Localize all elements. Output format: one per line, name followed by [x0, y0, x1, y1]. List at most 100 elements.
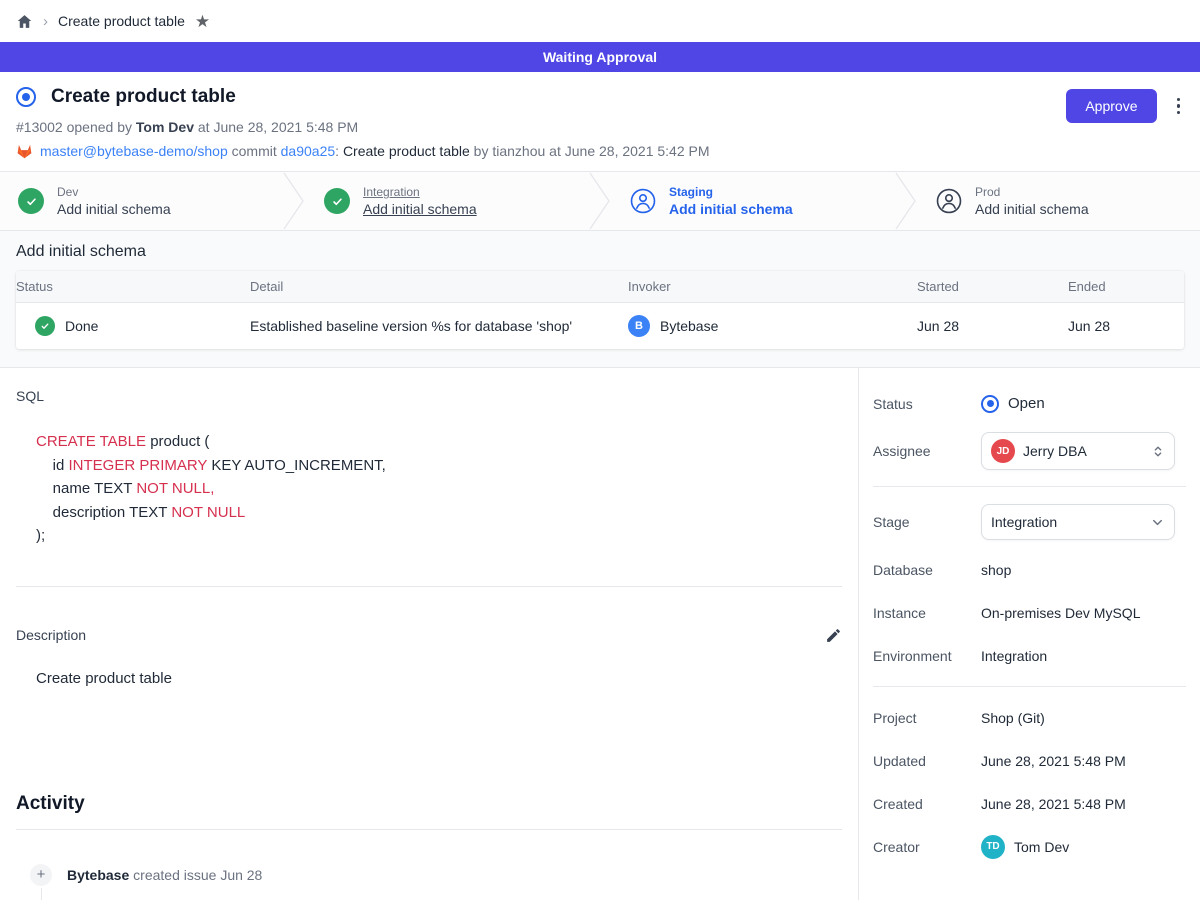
project-row: Project Shop (Git) — [873, 696, 1186, 739]
assignee-name: Jerry DBA — [1023, 443, 1087, 459]
invoker-avatar: B — [628, 315, 650, 337]
sql-statement: CREATE TABLE product ( id INTEGER PRIMAR… — [36, 430, 842, 548]
activity-item: + Bytebase created issue Jun 28 — [30, 864, 842, 886]
commit-text: master@bytebase-demo/shop commit da90a25… — [40, 143, 710, 159]
activity-actor: Bytebase — [67, 867, 129, 883]
task-section-title: Add initial schema — [16, 243, 1184, 261]
star-icon[interactable]: ★ — [195, 13, 210, 30]
chevron-right-icon: › — [43, 13, 48, 30]
stage-env-label: Staging — [669, 185, 793, 199]
task-table: Status Detail Invoker Started Ended Done… — [16, 271, 1184, 349]
commit-author-time: by tianzhou at June 28, 2021 5:42 PM — [470, 143, 710, 159]
environment-value: Integration — [981, 648, 1047, 664]
description-label: Description — [16, 627, 86, 643]
timeline-line — [41, 888, 42, 900]
task-invoker: Bytebase — [660, 318, 718, 334]
created-value: June 28, 2021 5:48 PM — [981, 796, 1126, 812]
issue-open-icon — [16, 87, 36, 107]
person-icon — [936, 188, 962, 214]
table-header: Status Detail Invoker Started Ended — [16, 271, 1184, 303]
created-row: Created June 28, 2021 5:48 PM — [873, 782, 1186, 825]
column-started: Started — [917, 271, 1068, 302]
column-ended: Ended — [1068, 271, 1184, 302]
issue-header: Create product table Approve #13002 open… — [0, 72, 1200, 171]
sql-label: SQL — [16, 388, 842, 404]
assignee-select[interactable]: JD Jerry DBA — [981, 432, 1175, 470]
instance-value: On-premises Dev MySQL — [981, 605, 1140, 621]
status-banner: Waiting Approval — [0, 42, 1200, 72]
stage-env-label: Prod — [975, 185, 1089, 199]
sidebar-divider — [873, 686, 1186, 687]
issue-detail-panel: SQL CREATE TABLE product ( id INTEGER PR… — [0, 368, 858, 900]
check-icon — [35, 316, 55, 336]
status-banner-text: Waiting Approval — [543, 49, 657, 65]
stage-integration[interactable]: Integration Add initial schema — [306, 172, 588, 230]
commit-message: Create product table — [343, 143, 470, 159]
stage-separator — [894, 172, 918, 230]
commit-line: master@bytebase-demo/shop commit da90a25… — [16, 143, 1184, 159]
stage-separator — [588, 172, 612, 230]
creator-row: Creator TDTom Dev — [873, 825, 1186, 868]
stage-task-label: Add initial schema — [669, 201, 793, 217]
home-icon[interactable] — [16, 13, 33, 30]
commit-branch-link[interactable]: master@bytebase-demo/shop — [40, 143, 228, 159]
status-row: Status Open — [873, 382, 1186, 425]
person-icon — [630, 188, 656, 214]
gitlab-icon — [16, 143, 33, 159]
approve-button[interactable]: Approve — [1066, 89, 1156, 123]
table-row[interactable]: Done Established baseline version %s for… — [16, 303, 1184, 349]
open-status-icon — [981, 395, 999, 413]
plus-icon: + — [30, 864, 52, 886]
updated-row: Updated June 28, 2021 5:48 PM — [873, 739, 1186, 782]
chevron-down-icon — [1150, 515, 1165, 530]
description-text[interactable]: Create product table — [36, 670, 842, 687]
activity-heading: Activity — [16, 793, 842, 815]
assignee-avatar: JD — [991, 439, 1015, 463]
page-title: Create product table — [51, 86, 236, 108]
stage-value: Integration — [991, 514, 1057, 530]
sidebar-divider — [873, 486, 1186, 487]
stage-env-label: Integration — [363, 185, 477, 199]
status-value: Open — [1008, 395, 1045, 412]
commit-hash-link[interactable]: da90a25 — [281, 143, 336, 159]
project-value: Shop (Git) — [981, 710, 1045, 726]
breadcrumb-title[interactable]: Create product table — [58, 13, 185, 29]
creator-avatar: TD — [981, 835, 1005, 859]
stage-task-label: Add initial schema — [975, 201, 1089, 217]
edit-icon[interactable] — [825, 627, 842, 644]
creator-name: Tom Dev — [1014, 839, 1069, 855]
task-section: Add initial schema Status Detail Invoker… — [0, 231, 1200, 368]
check-icon — [324, 188, 350, 214]
task-started: Jun 28 — [917, 306, 1068, 346]
pipeline-stages: Dev Add initial schema Integration Add ini… — [0, 171, 1200, 231]
database-row: Database shop — [873, 548, 1186, 591]
stage-dev[interactable]: Dev Add initial schema — [0, 172, 282, 230]
updown-chevron-icon — [1151, 444, 1165, 459]
activity-action: created issue Jun 28 — [129, 867, 262, 883]
stage-prod[interactable]: Prod Add initial schema — [918, 172, 1200, 230]
issue-author: Tom Dev — [136, 119, 194, 135]
issue-sidebar: Status Open Assignee JD Jerry DBA Stage … — [858, 368, 1200, 900]
stage-select[interactable]: Integration — [981, 504, 1175, 540]
stage-separator — [282, 172, 306, 230]
stage-env-label: Dev — [57, 185, 171, 199]
task-status: Done — [65, 318, 98, 334]
issue-id-text: #13002 opened by — [16, 119, 136, 135]
check-icon — [18, 188, 44, 214]
issue-meta: #13002 opened by Tom Dev at June 28, 202… — [16, 119, 1184, 135]
stage-row: Stage Integration — [873, 496, 1186, 548]
stage-task-label: Add initial schema — [57, 201, 171, 217]
stage-staging[interactable]: Staging Add initial schema — [612, 172, 894, 230]
updated-value: June 28, 2021 5:48 PM — [981, 753, 1126, 769]
environment-row: Environment Integration — [873, 634, 1186, 677]
task-ended: Jun 28 — [1068, 306, 1184, 346]
stage-task-label: Add initial schema — [363, 201, 477, 217]
more-actions-icon[interactable] — [1173, 94, 1185, 119]
issue-opened-at: at June 28, 2021 5:48 PM — [194, 119, 358, 135]
database-value: shop — [981, 562, 1011, 578]
column-invoker: Invoker — [628, 271, 917, 302]
column-status: Status — [16, 271, 250, 302]
instance-row: Instance On-premises Dev MySQL — [873, 591, 1186, 634]
task-detail: Established baseline version %s for data… — [250, 306, 628, 346]
column-detail: Detail — [250, 271, 628, 302]
